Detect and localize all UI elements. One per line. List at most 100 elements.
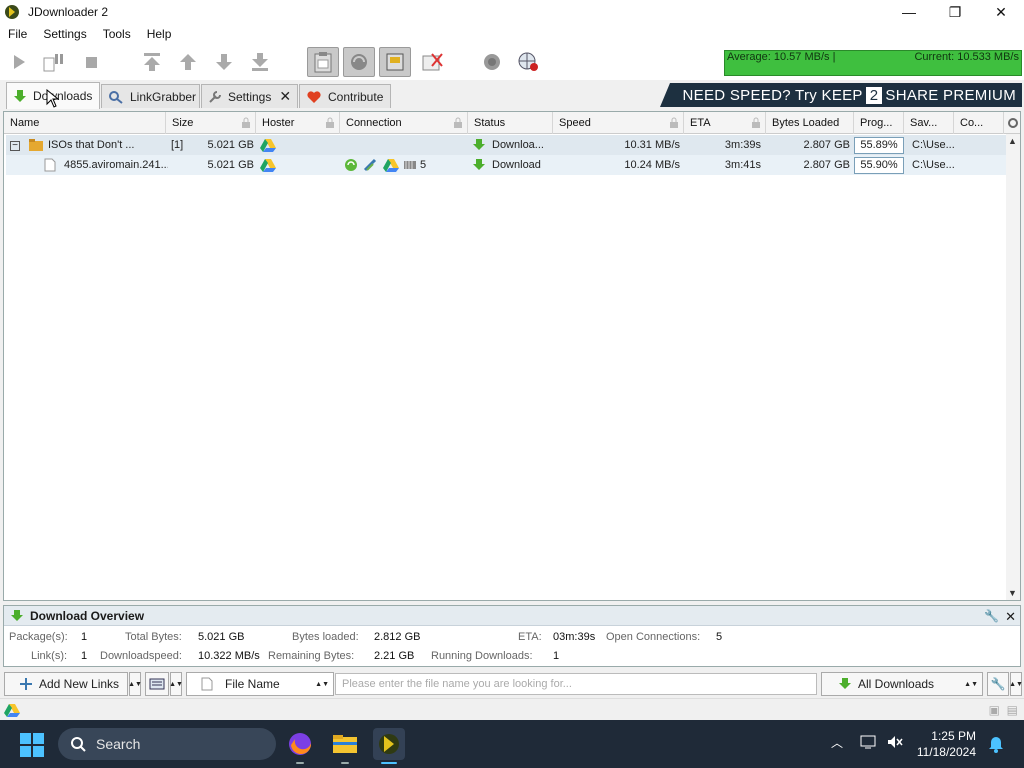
link-status: Download [492,159,541,171]
download-overview-panel: Download Overview 🔧 ✕ Package(s): 1 Tota… [3,605,1021,667]
search-input[interactable]: Please enter the file name you are looki… [335,673,817,695]
column-eta[interactable]: ETA [684,112,766,134]
connections-bar-icon [403,155,417,175]
packages-label: Package(s): [9,631,68,643]
package-size: 5.021 GB [207,139,254,151]
jdownloader-taskbar-button[interactable] [373,728,405,764]
menu-help[interactable]: Help [139,27,180,41]
taskbar-search[interactable]: Search [58,728,276,760]
stop-downloads-button[interactable] [78,49,104,75]
table-row-package[interactable]: − ISOs that Don't ... [1] 5.021 GB Downl… [6,135,1006,155]
taskbar-clock[interactable]: 1:25 PM 11/18/2024 [917,728,976,760]
ad-text-1: NEED SPEED? Try KEEP [682,86,863,104]
premium-toggle[interactable] [379,47,411,77]
move-top-button[interactable] [139,49,165,75]
add-links-dropdown[interactable]: ▲▼ [128,672,142,696]
speed-meter: Average: 10.57 MB/s | Current: 10.533 MB… [724,50,1022,76]
menu-tools[interactable]: Tools [95,27,139,41]
tray-overflow-chevron-icon[interactable]: ︿ [831,734,843,751]
column-comment[interactable]: Co... [954,112,1004,134]
column-progress[interactable]: Prog... [854,112,904,134]
move-down-button[interactable] [211,49,237,75]
resume-icon [344,155,358,175]
column-status[interactable]: Status [468,112,553,134]
downloads-menu-dropdown[interactable]: ▲▼ [169,672,183,696]
move-bottom-button[interactable] [247,49,273,75]
add-new-links-button[interactable]: Add New Links [4,672,128,696]
tab-settings[interactable]: Settings ✕ [201,84,298,108]
network-icon[interactable] [860,734,878,750]
column-connection[interactable]: Connection [340,112,468,134]
menu-settings[interactable]: Settings [35,27,94,41]
ad-text-num: 2 [865,86,883,104]
status-connect-icon[interactable]: ▣ [989,703,1000,717]
column-bytes-loaded[interactable]: Bytes Loaded [766,112,854,134]
package-save-to: C:\Use... [912,139,955,151]
tab-contribute[interactable]: Contribute [299,84,391,108]
silent-mode-toggle[interactable] [417,49,447,75]
chevron-updown-icon: ▲▼ [315,680,329,688]
average-speed: Average: 10.57 MB/s | [727,51,836,63]
package-folder-icon [28,135,44,155]
column-speed[interactable]: Speed [553,112,684,134]
reconnect-button[interactable] [515,49,541,75]
pause-downloads-button[interactable] [40,49,66,75]
column-name[interactable]: Name [4,112,166,134]
notification-bell-icon[interactable] [988,735,1004,753]
tab-linkgrabber[interactable]: LinkGrabber [101,84,200,108]
links-value: 1 [81,650,88,662]
column-save-to[interactable]: Sav... [904,112,954,134]
windows-start-icon[interactable] [20,733,44,757]
table-row-link[interactable]: 4855.aviromain.241... 5.021 GB 5 Downloa… [6,155,1006,175]
search-field-select[interactable]: File Name ▲▼ [186,672,334,696]
vertical-scrollbar[interactable]: ▲ ▼ [1006,134,1020,600]
file-explorer-taskbar-button[interactable] [329,728,361,764]
column-speed-label: Speed [559,117,591,129]
overview-close-icon[interactable]: ✕ [1005,609,1016,625]
wrench-icon [209,90,221,103]
wrench-icon: 🔧 [990,677,1006,691]
volume-muted-icon[interactable] [886,734,904,750]
link-name: 4855.aviromain.241... [64,159,168,171]
scroll-up-icon[interactable]: ▲ [1008,136,1017,146]
column-hoster[interactable]: Hoster [256,112,340,134]
firefox-taskbar-button[interactable] [284,728,316,764]
column-size[interactable]: Size [166,112,256,134]
toolbar: Average: 10.57 MB/s | Current: 10.533 MB… [0,44,1024,80]
clipboard-monitor-toggle[interactable] [307,47,339,77]
expand-toggle[interactable]: − [10,135,20,155]
link-bytes-loaded: 2.807 GB [803,159,850,171]
add-links-icon [20,678,32,690]
taskbar-search-label: Search [96,736,141,752]
view-select[interactable]: All Downloads ▲▼ [821,672,983,696]
direct-connection-icon [363,155,377,175]
silent-mode-icon [422,53,443,71]
menu-file[interactable]: File [0,27,35,41]
close-button[interactable]: ✕ [978,0,1024,24]
jdownloader-logo-icon [5,5,19,19]
downloads-menu-button[interactable] [145,672,169,696]
start-downloads-button[interactable] [6,49,32,75]
auto-reconnect-toggle[interactable] [343,47,375,77]
remaining-bytes-label: Remaining Bytes: [268,650,355,662]
linkgrabber-icon [109,90,123,104]
overview-settings-icon[interactable]: 🔧 [984,609,999,625]
status-bar: ▣ ▤ [0,698,1024,720]
mouse-cursor-icon [46,89,60,108]
maximize-button[interactable]: ❐ [932,0,978,24]
scroll-down-icon[interactable]: ▼ [1008,588,1017,598]
move-up-button[interactable] [175,49,201,75]
status-list-icon[interactable]: ▤ [1007,703,1018,717]
quick-settings-button[interactable]: 🔧 [987,672,1009,696]
reconnect-icon [351,54,367,70]
add-new-links-label: Add New Links [39,677,120,691]
column-settings-button[interactable] [1006,112,1020,134]
minimize-button[interactable]: — [886,0,932,24]
keep2share-ad-banner[interactable]: NEED SPEED? Try KEEP 2 SHARE PREMIUM [660,83,1022,107]
heart-icon [307,90,321,103]
update-button[interactable] [479,49,505,75]
quick-settings-dropdown[interactable]: ▲▼ [1009,672,1023,696]
list-icon [149,678,165,690]
link-size: 5.021 GB [207,159,254,171]
close-tab-icon[interactable]: ✕ [279,88,291,105]
